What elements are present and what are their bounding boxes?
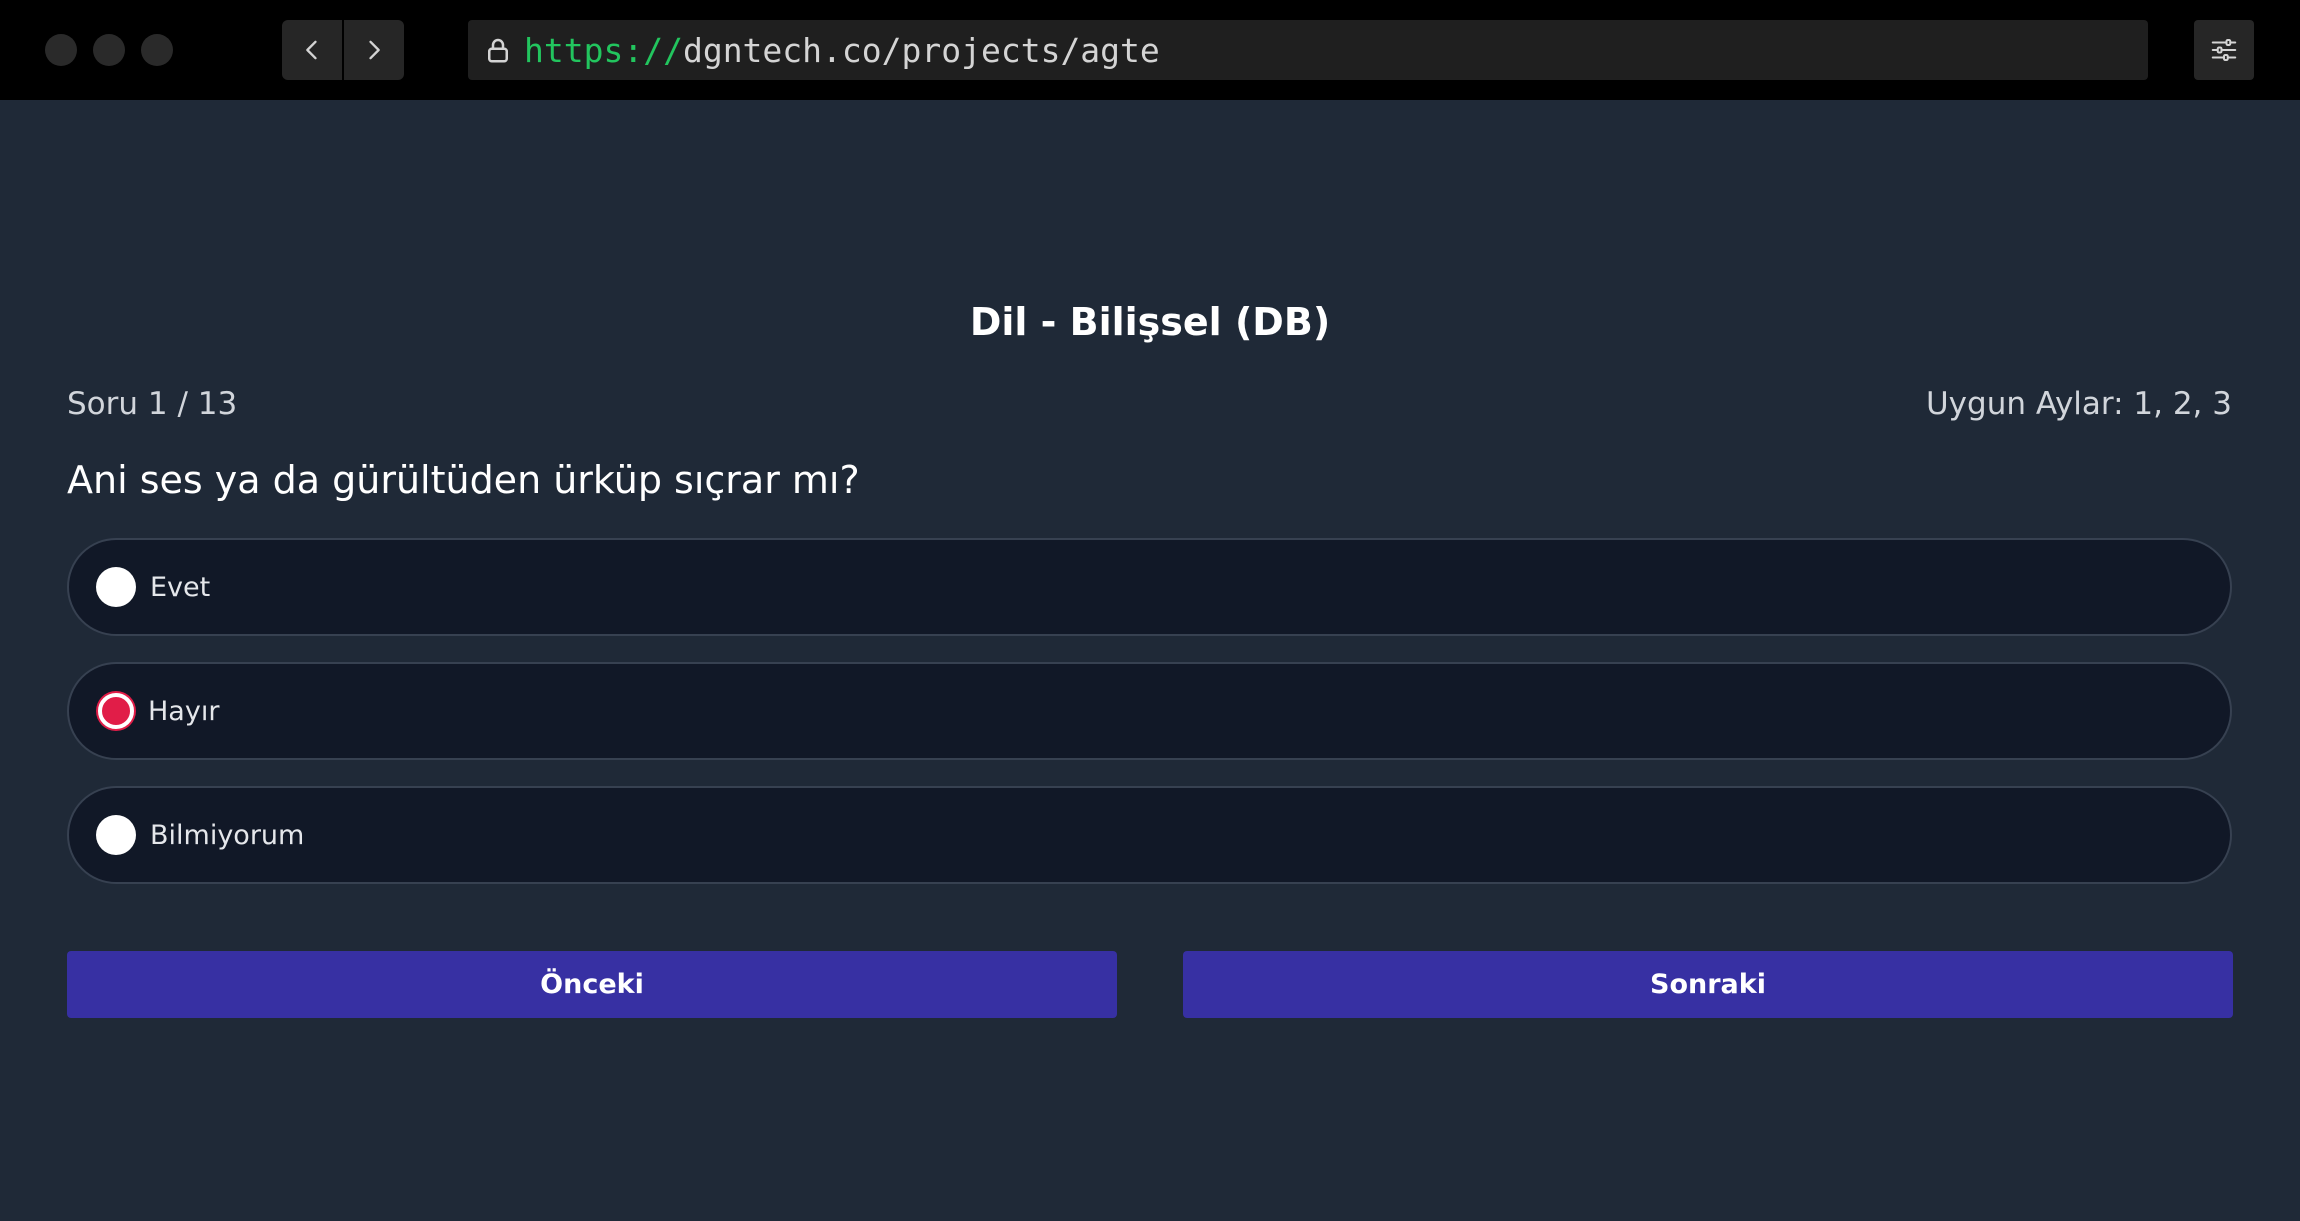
url-text: https://dgntech.co/projects/agte	[524, 31, 1160, 70]
lock-icon	[478, 30, 518, 70]
settings-sliders-icon	[2211, 39, 2237, 61]
radio-button-selected[interactable]	[98, 693, 134, 729]
forward-button[interactable]	[344, 20, 404, 80]
option-label: Hayır	[148, 695, 220, 727]
page-title: Dil - Bilişsel (DB)	[969, 300, 1331, 344]
back-icon	[306, 40, 317, 60]
radio-button[interactable]	[96, 815, 136, 855]
previous-button[interactable]: Önceki	[67, 951, 1117, 1018]
option-label: Bilmiyorum	[150, 819, 305, 851]
browser-toolbar: https://dgntech.co/projects/agte	[0, 0, 2300, 100]
window-close-dot[interactable]	[45, 34, 77, 66]
option-evet[interactable]: Evet	[67, 538, 2232, 636]
window-maximize-dot[interactable]	[141, 34, 173, 66]
forward-icon	[369, 40, 380, 60]
radio-button[interactable]	[96, 567, 136, 607]
url-path: dgntech.co/projects/agte	[682, 30, 1160, 70]
option-hayir[interactable]: Hayır	[67, 662, 2232, 760]
address-bar[interactable]: https://dgntech.co/projects/agte	[468, 20, 2148, 80]
question-counter: Soru 1 / 13	[67, 386, 238, 422]
settings-button[interactable]	[2194, 20, 2254, 80]
eligible-months: Uygun Aylar: 1, 2, 3	[1925, 386, 2232, 422]
option-bilmiyorum[interactable]: Bilmiyorum	[67, 786, 2232, 884]
option-label: Evet	[150, 571, 211, 603]
window-minimize-dot[interactable]	[93, 34, 125, 66]
question-text: Ani ses ya da gürültüden ürküp sıçrar mı…	[67, 458, 860, 502]
url-scheme: https://	[524, 30, 683, 70]
next-button[interactable]: Sonraki	[1183, 951, 2233, 1018]
back-button[interactable]	[282, 20, 342, 80]
